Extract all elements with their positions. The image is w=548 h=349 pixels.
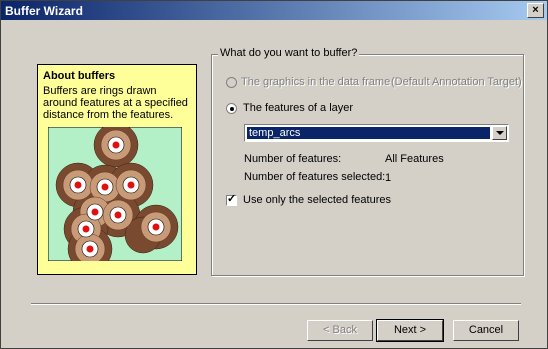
use-selected-label: Use only the selected features <box>243 194 391 206</box>
group-label: What do you want to buffer? <box>218 47 360 59</box>
radio-graphics-label: The graphics in the data frame <box>241 76 391 88</box>
num-features-value: All Features <box>385 153 444 165</box>
num-selected-label: Number of features selected: <box>244 171 386 183</box>
info-text: Buffers are rings drawn around features … <box>43 85 188 121</box>
buffer-illustration <box>48 127 182 261</box>
cancel-button[interactable]: Cancel <box>453 320 519 341</box>
radio-graphics-note: (Default Annotation Target) <box>391 76 522 88</box>
next-button[interactable]: Next > <box>376 319 444 342</box>
close-button[interactable]: × <box>527 3 544 18</box>
layer-select-value: temp_arcs <box>247 127 490 139</box>
checkmark-icon: ✓ <box>227 193 237 205</box>
radio-graphics[interactable] <box>226 77 237 88</box>
radio-selected-dot <box>230 107 234 111</box>
window-title: Buffer Wizard <box>5 4 83 18</box>
buffer-wizard-dialog: Buffer Wizard × About buffers Buffers ar… <box>0 0 548 349</box>
use-selected-checkbox[interactable]: ✓ <box>226 193 237 206</box>
footer-separator <box>31 303 521 305</box>
num-features-label: Number of features: <box>244 153 342 165</box>
about-buffers-panel: About buffers Buffers are rings drawn ar… <box>37 64 197 275</box>
layer-select[interactable]: temp_arcs <box>244 124 509 142</box>
num-selected-value: 1 <box>385 172 392 184</box>
layer-dropdown-button[interactable] <box>492 126 507 140</box>
radio-features[interactable] <box>226 103 237 114</box>
title-bar[interactable]: Buffer Wizard × <box>1 1 547 20</box>
info-title: About buffers <box>43 70 116 82</box>
radio-features-label: The features of a layer <box>243 102 354 114</box>
back-button[interactable]: < Back <box>307 320 373 341</box>
chevron-down-icon <box>496 131 504 135</box>
close-icon: × <box>532 4 539 16</box>
